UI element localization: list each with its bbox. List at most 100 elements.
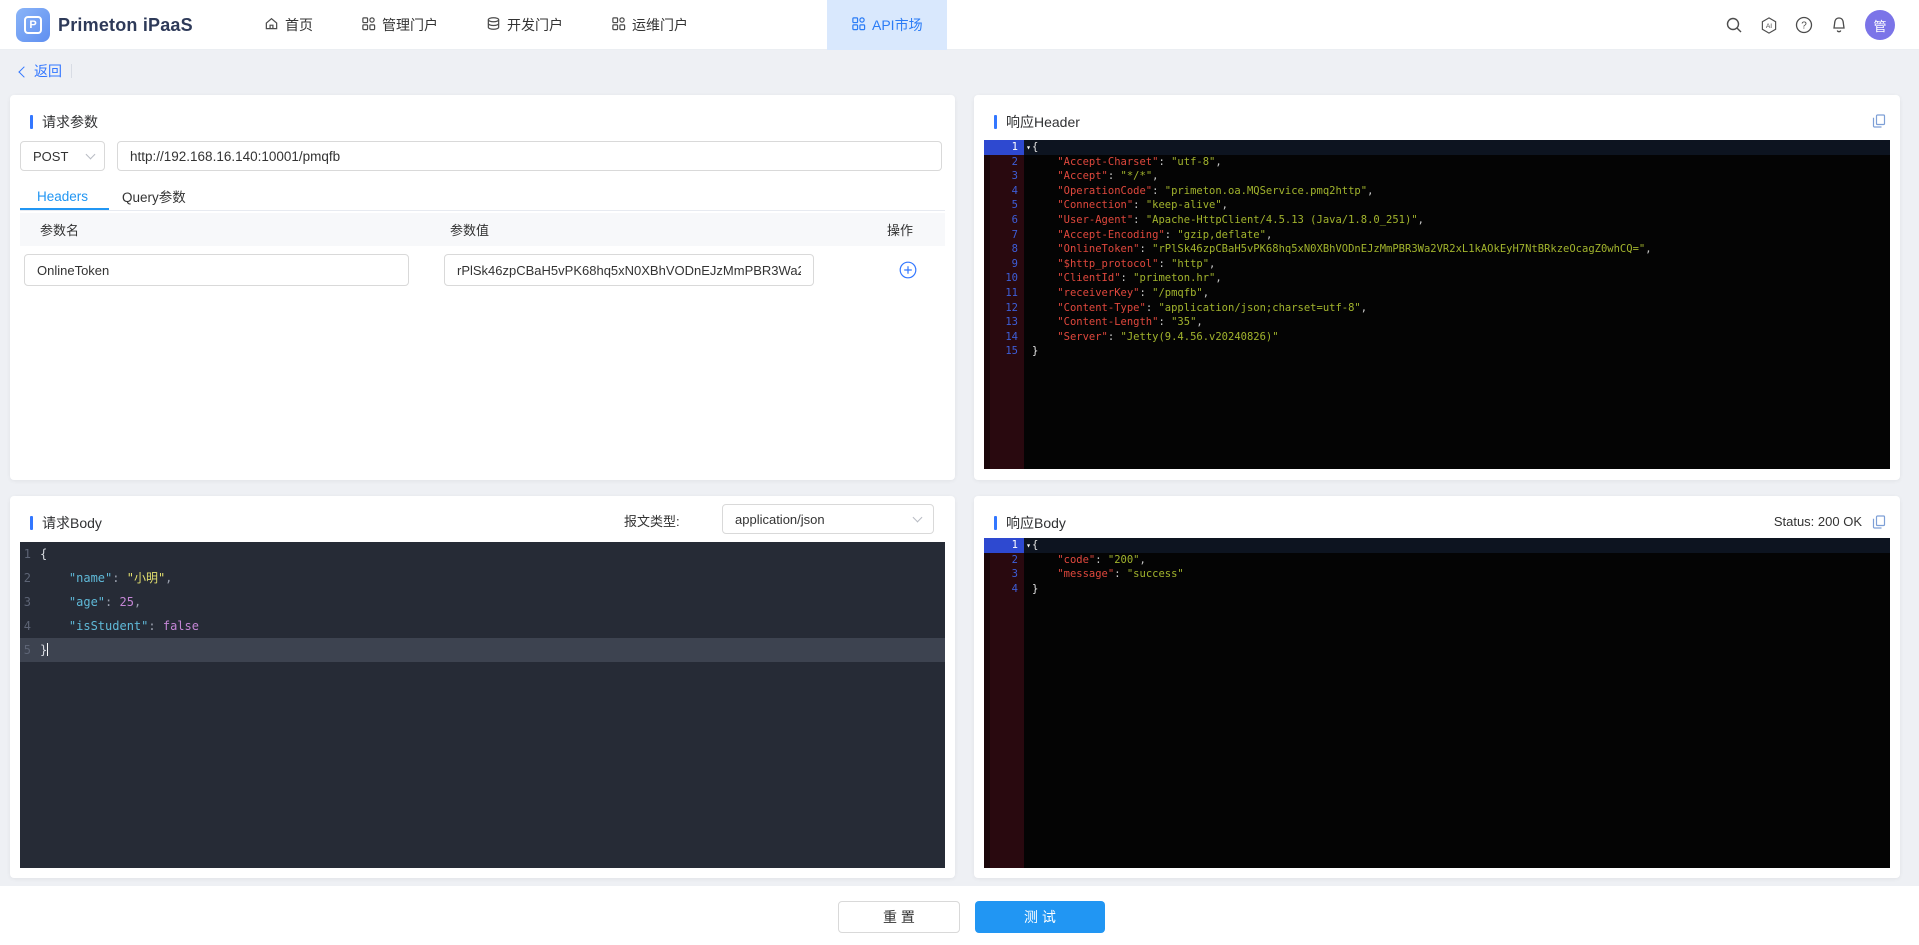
footer-action-bar: 重 置 测 试	[0, 886, 1919, 945]
breadcrumb: 返回	[18, 58, 72, 84]
brand-logo-letter: P	[24, 16, 42, 34]
copy-icon[interactable]	[1872, 114, 1886, 133]
grid-icon	[361, 16, 376, 34]
content-type-label: 报文类型:	[624, 514, 680, 529]
top-nav: P Primeton iPaaS 首页 管理门户 开发门户 运维门户 API市场…	[0, 0, 1919, 50]
code-line: 10 "ClientId": "primeton.hr",	[1005, 272, 1222, 285]
panel-title-text: 响应Header	[1006, 114, 1080, 130]
http-method-select[interactable]: POST	[20, 141, 105, 171]
nav-item-dev-portal[interactable]: 开发门户	[462, 0, 587, 50]
column-header-value: 参数值	[450, 223, 490, 238]
code-line: 13 "Content-Length": "35",	[1005, 316, 1203, 329]
copy-icon[interactable]	[1872, 515, 1886, 534]
title-accent-bar	[30, 516, 33, 530]
code-line: 5}	[20, 638, 945, 662]
chevron-down-icon	[912, 512, 923, 523]
status-badge: Status: 200 OK	[1773, 514, 1862, 529]
response-body-code-editor[interactable]: 1 ▾{2 "code": "200", 3 "message": "success…	[984, 538, 1890, 868]
app-root: P Primeton iPaaS 首页 管理门户 开发门户 运维门户 API市场…	[0, 0, 1919, 945]
title-accent-bar	[30, 115, 33, 129]
response-header-panel: 响应Header 1 ▾{2 "Accept-Charset": "utf-8",…	[974, 95, 1900, 480]
grid-icon	[611, 16, 626, 34]
help-icon[interactable]: ?	[1795, 16, 1813, 34]
title-accent-bar	[994, 115, 997, 129]
text-cursor	[47, 643, 49, 656]
column-header-actions: 操作	[886, 223, 913, 238]
code-line: 3 "age": 25,	[23, 595, 142, 609]
nav-item-label: API市场	[872, 17, 923, 33]
nav-item-admin-portal[interactable]: 管理门户	[337, 0, 462, 50]
code-line: 5 "Connection": "keep-alive",	[1011, 199, 1228, 212]
panel-title: 响应Body	[994, 513, 1066, 533]
response-body-panel: 响应Body Status: 200 OK 1 ▾{2 "code": "200"…	[974, 496, 1900, 878]
user-avatar[interactable]: 管	[1865, 10, 1895, 40]
code-line: 14 "Server": "Jetty(9.4.56.v20240826)"	[1005, 330, 1279, 343]
home-icon	[264, 16, 279, 34]
brand-name: Primeton iPaaS	[58, 14, 193, 35]
code-line: 2 "code": "200",	[1011, 553, 1146, 566]
brand-logo-icon: P	[16, 8, 50, 42]
request-body-panel: 请求Body 报文类型: application/json 1{ 2 "name"…	[10, 496, 955, 878]
content-type-value: application/json	[735, 511, 825, 527]
response-header-code-editor[interactable]: 1 ▾{2 "Accept-Charset": "utf-8", 3 "Accept…	[984, 140, 1890, 469]
param-name-input[interactable]	[24, 254, 409, 286]
content-type-select[interactable]: application/json	[722, 504, 934, 534]
code-line: 6 "User-Agent": "Apache-HttpClient/4.5.1…	[1011, 213, 1424, 226]
fold-arrow-icon[interactable]: ▾	[1026, 141, 1031, 156]
search-icon[interactable]	[1725, 16, 1743, 34]
code-line: 8 "OnlineToken": "rPlSk46zpCBaH5vPK68hq5…	[1011, 243, 1652, 256]
code-line: 1 ▾{	[984, 538, 1890, 553]
code-line: 4}	[1011, 582, 1039, 595]
http-method-value: POST	[33, 148, 69, 164]
code-line: 1 ▾{	[984, 140, 1890, 155]
reset-button[interactable]: 重 置	[838, 901, 960, 933]
nav-item-ops-portal[interactable]: 运维门户	[587, 0, 712, 50]
back-label: 返回	[34, 63, 62, 79]
code-line: 3 "Accept": "*/*",	[1011, 170, 1159, 183]
panel-title-text: 请求Body	[42, 515, 102, 531]
request-url-input[interactable]	[117, 141, 942, 171]
bell-icon[interactable]	[1830, 16, 1848, 34]
tab-query-params[interactable]: Query参数	[105, 181, 203, 211]
code-line: 4 "isStudent": false	[23, 619, 199, 633]
code-line: 3 "message": "success"	[1011, 568, 1184, 581]
nav-item-api-market[interactable]: API市场	[827, 0, 947, 50]
nav-item-home[interactable]: 首页	[240, 0, 337, 50]
nav-item-label: 开发门户	[507, 17, 563, 33]
divider	[20, 210, 945, 211]
panel-title-text: 请求参数	[42, 114, 98, 130]
code-line: 4 "OperationCode": "primeton.oa.MQServic…	[1011, 184, 1374, 197]
ai-assistant-icon[interactable]: AI	[1760, 16, 1778, 34]
request-params-panel: 请求参数 POST Headers Query参数 参数名 参数值 操作	[10, 95, 955, 480]
request-body-code-editor[interactable]: 1{ 2 "name": "小明", 3 "age": 25, 4 "isStuden…	[20, 542, 945, 868]
chevron-down-icon	[85, 149, 96, 160]
code-line: 2 "name": "小明",	[23, 571, 173, 585]
nav-item-label: 管理门户	[382, 17, 438, 33]
add-param-icon[interactable]	[899, 261, 917, 279]
param-table-header: 参数名 参数值 操作	[20, 213, 945, 246]
column-header-name: 参数名	[40, 223, 80, 238]
svg-text:AI: AI	[1766, 22, 1772, 29]
panel-title-text: 响应Body	[1006, 515, 1066, 531]
layers-icon	[486, 16, 501, 34]
param-value-input[interactable]	[444, 254, 814, 286]
divider	[71, 64, 72, 78]
nav-item-label: 运维门户	[632, 17, 688, 33]
back-button[interactable]: 返回	[18, 61, 62, 81]
panel-title: 请求参数	[30, 112, 98, 132]
test-button[interactable]: 测 试	[975, 901, 1105, 933]
code-line: 7 "Accept-Encoding": "gzip,deflate",	[1011, 228, 1273, 241]
grid-icon	[851, 16, 866, 34]
code-line: 15}	[1005, 345, 1039, 358]
title-accent-bar	[994, 516, 997, 530]
tab-headers[interactable]: Headers	[20, 181, 105, 211]
panel-title: 响应Header	[994, 112, 1080, 132]
nav-menu: 首页 管理门户 开发门户 运维门户 API市场	[240, 0, 947, 50]
fold-arrow-icon[interactable]: ▾	[1026, 539, 1031, 554]
panel-title: 请求Body	[30, 513, 102, 533]
code-line: 12 "Content-Type": "application/json;cha…	[1005, 301, 1368, 314]
code-line: 9 "$http_protocol": "http",	[1011, 257, 1216, 270]
svg-text:?: ?	[1801, 21, 1807, 32]
chevron-left-icon	[18, 65, 30, 78]
code-line: 1{	[23, 547, 48, 561]
